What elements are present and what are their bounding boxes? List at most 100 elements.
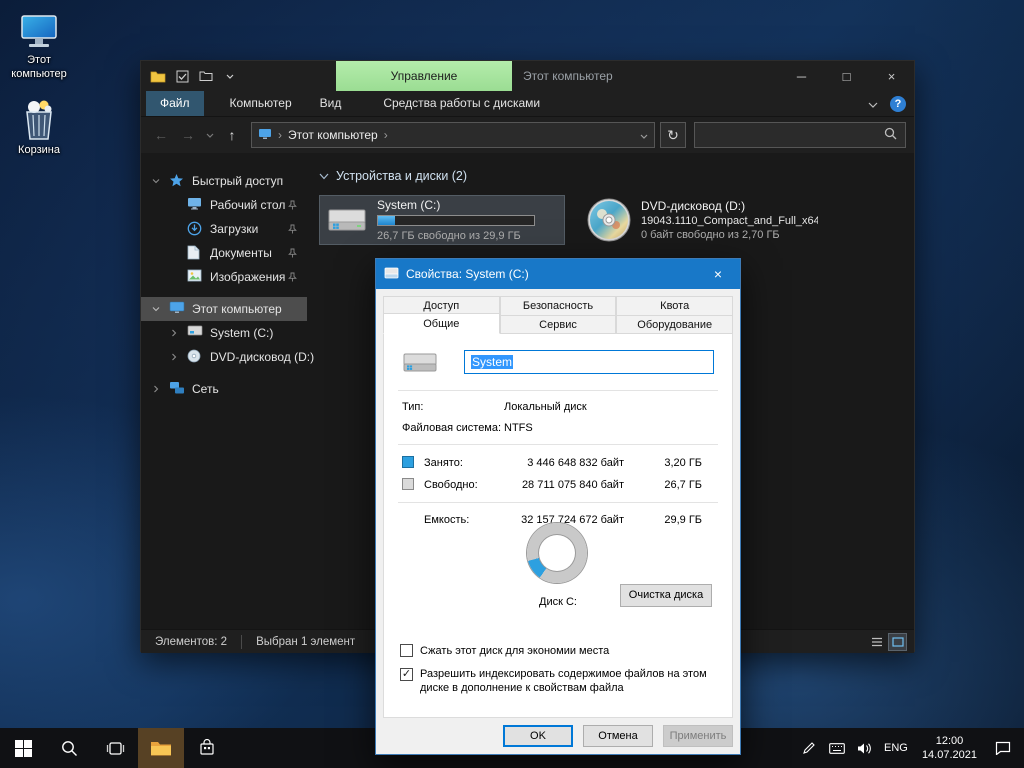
refresh-button[interactable]: ↻ xyxy=(660,122,686,148)
breadcrumb[interactable]: Этот компьютер xyxy=(288,128,378,142)
details-view-icon[interactable] xyxy=(868,634,885,650)
chevron-right-icon[interactable] xyxy=(152,385,160,393)
sidebar-item-downloads[interactable]: Загрузки xyxy=(141,217,307,241)
pin-icon xyxy=(288,200,297,210)
sidebar-item-dvd-d[interactable]: DVD-дисковод (D:) xyxy=(141,345,307,369)
sidebar-item-desktop[interactable]: Рабочий стол xyxy=(141,193,307,217)
drive-name: DVD-дисковод (D:) xyxy=(641,199,818,214)
search-icon xyxy=(61,740,78,757)
tab-quota[interactable]: Квота xyxy=(616,296,733,315)
minimize-button[interactable]: ─ xyxy=(779,61,824,91)
thumbnails-view-icon[interactable] xyxy=(889,634,906,650)
chevron-down-icon xyxy=(319,173,329,180)
sidebar-item-label: Документы xyxy=(210,246,272,260)
qat-properties-icon[interactable] xyxy=(174,68,190,84)
ribbon-expand-chevron-icon[interactable] xyxy=(868,97,878,111)
documents-icon xyxy=(187,245,203,261)
qat-new-folder-icon[interactable] xyxy=(198,68,214,84)
desktop-icon-recycle-bin[interactable]: Корзина xyxy=(4,98,74,158)
address-dropdown-icon[interactable] xyxy=(640,128,648,142)
explorer-titlebar[interactable]: Управление Этот компьютер ─ □ × xyxy=(141,61,914,91)
index-checkbox-label[interactable]: Разрешить индексировать содержимое файло… xyxy=(420,667,716,695)
drive-tile-system-c[interactable]: System (C:) 26,7 ГБ свободно из 29,9 ГБ xyxy=(319,195,565,245)
sidebar-item-label: Этот компьютер xyxy=(192,302,282,316)
drive-usage-bar xyxy=(377,215,535,226)
menu-file[interactable]: Файл xyxy=(146,91,204,116)
quick-access-toolbar xyxy=(141,68,238,84)
menu-view[interactable]: Вид xyxy=(306,91,356,116)
filesystem-label: Файловая система: xyxy=(402,422,501,434)
free-label: Свободно: xyxy=(424,479,478,491)
maximize-button[interactable]: □ xyxy=(824,61,869,91)
tab-tools[interactable]: Сервис xyxy=(500,315,617,334)
tab-security[interactable]: Безопасность xyxy=(500,296,617,315)
address-bar[interactable]: › Этот компьютер › xyxy=(251,122,655,148)
up-button[interactable]: ↑ xyxy=(220,122,244,148)
sidebar-item-label: Загрузки xyxy=(210,222,258,236)
free-bytes: 28 711 075 840 байт xyxy=(522,479,624,491)
drive-free-info: 26,7 ГБ свободно из 29,9 ГБ xyxy=(377,229,558,243)
sidebar-item-documents[interactable]: Документы xyxy=(141,241,307,265)
windows-logo-icon xyxy=(15,740,32,757)
volume-name-input[interactable]: System xyxy=(464,350,714,374)
volume-icon[interactable] xyxy=(851,728,879,768)
system-tray: ENG 12:00 14.07.2021 xyxy=(795,728,1024,768)
recent-locations-icon[interactable] xyxy=(203,122,217,148)
tab-hardware[interactable]: Оборудование xyxy=(616,315,733,334)
back-button[interactable]: ← xyxy=(149,122,173,148)
close-button[interactable]: × xyxy=(869,61,914,91)
pen-icon[interactable] xyxy=(795,728,823,768)
sidebar-item-quick-access[interactable]: Быстрый доступ xyxy=(141,169,307,193)
dialog-tabs: Доступ Безопасность Квота Общие Сервис О… xyxy=(376,289,740,334)
tab-general[interactable]: Общие xyxy=(383,313,500,334)
hard-drive-icon xyxy=(402,348,438,381)
apply-button: Применить xyxy=(663,725,733,747)
clock[interactable]: 12:00 14.07.2021 xyxy=(913,734,986,763)
cancel-button[interactable]: Отмена xyxy=(583,725,653,747)
desktop-icon-this-pc[interactable]: Этот компьютер xyxy=(4,8,74,82)
sidebar-item-this-pc[interactable]: Этот компьютер xyxy=(141,297,307,321)
task-view-button[interactable] xyxy=(92,728,138,768)
pictures-icon xyxy=(187,269,203,285)
chevron-down-icon[interactable] xyxy=(152,177,160,185)
clock-date: 14.07.2021 xyxy=(922,748,977,762)
breadcrumb-separator: › xyxy=(278,128,282,142)
search-input[interactable] xyxy=(694,122,906,148)
dialog-titlebar[interactable]: Свойства: System (C:) × xyxy=(376,259,740,289)
index-checkbox[interactable]: ✓ xyxy=(400,668,413,681)
taskbar-store-button[interactable] xyxy=(184,728,230,768)
free-space-swatch xyxy=(402,478,414,490)
start-button[interactable] xyxy=(0,728,46,768)
disk-cleanup-button[interactable]: Очистка диска xyxy=(620,584,712,607)
menu-computer[interactable]: Компьютер xyxy=(216,91,306,116)
qat-customize-chevron-icon[interactable] xyxy=(222,68,238,84)
sidebar-item-system-c[interactable]: System (C:) xyxy=(141,321,307,345)
notifications-icon[interactable] xyxy=(986,728,1020,768)
taskbar-explorer-button[interactable] xyxy=(138,728,184,768)
compress-checkbox-label[interactable]: Сжать этот диск для экономии места xyxy=(420,644,716,658)
general-tab-page: System Тип: Локальный диск Файловая сист… xyxy=(383,333,733,718)
explorer-app-icon xyxy=(150,68,166,84)
group-header-devices[interactable]: Устройства и диски (2) xyxy=(319,169,904,183)
sidebar-item-network[interactable]: Сеть xyxy=(141,377,307,401)
sidebar-item-pictures[interactable]: Изображения xyxy=(141,265,307,289)
sidebar-item-label: Быстрый доступ xyxy=(192,174,283,188)
taskbar-search-button[interactable] xyxy=(46,728,92,768)
language-indicator[interactable]: ENG xyxy=(879,742,913,754)
sidebar-item-label: Сеть xyxy=(192,382,219,396)
chevron-right-icon[interactable] xyxy=(170,353,178,361)
chevron-down-icon[interactable] xyxy=(152,305,160,313)
forward-button[interactable]: → xyxy=(176,122,200,148)
ok-button[interactable]: OK xyxy=(503,725,573,747)
help-icon[interactable]: ? xyxy=(890,96,906,112)
touch-keyboard-icon[interactable] xyxy=(823,728,851,768)
menu-disk-tools[interactable]: Средства работы с дисками xyxy=(369,91,554,116)
navigation-pane: Быстрый доступ Рабочий стол Загрузки xyxy=(141,153,307,629)
chevron-right-icon[interactable] xyxy=(170,329,178,337)
compress-checkbox[interactable] xyxy=(400,644,413,657)
drive-tile-dvd-d[interactable]: DVD-дисковод (D:) 19043.1110_Compact_and… xyxy=(579,195,825,245)
ribbon-contextual-tab-manage[interactable]: Управление xyxy=(336,61,512,91)
breadcrumb-separator[interactable]: › xyxy=(384,128,388,142)
dialog-close-button[interactable]: × xyxy=(696,259,740,289)
used-label: Занято: xyxy=(424,457,463,469)
